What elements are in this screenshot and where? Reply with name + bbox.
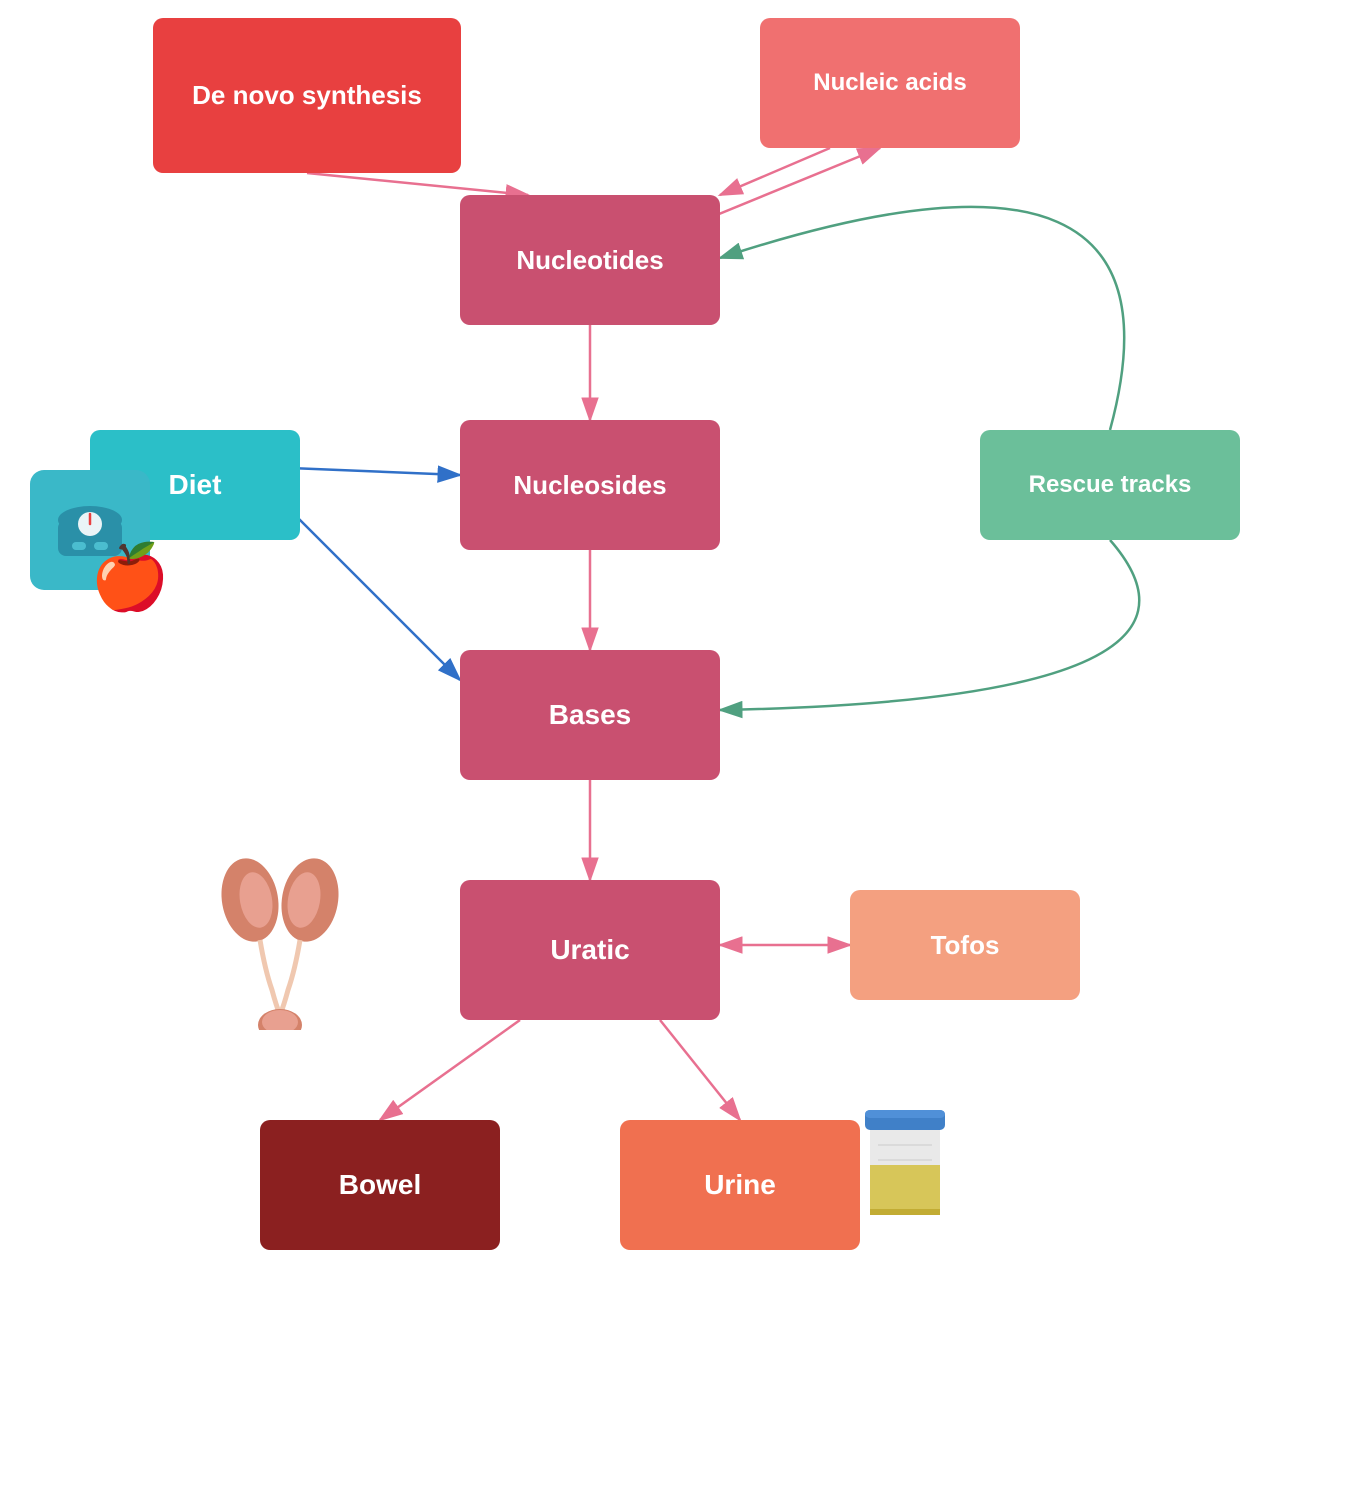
kidney-icon [200,830,360,1052]
diagram-container: De novo synthesis Nucleic acids Nucleoti… [0,0,1359,1500]
tofos-node: Tofos [850,890,1080,1000]
de-novo-node: De novo synthesis [153,18,461,173]
nucleotides-node: Nucleotides [460,195,720,325]
rescue-tracks-node: Rescue tracks [980,430,1240,540]
uratic-node: Uratic [460,880,720,1020]
urine-cup-svg [860,1100,950,1230]
nucleic-acids-node: Nucleic acids [760,18,1020,148]
bowel-node: Bowel [260,1120,500,1250]
nucleosides-node: Nucleosides [460,420,720,550]
urine-node: Urine [620,1120,860,1250]
urine-cup-icon [860,1100,950,1246]
apple-icon: 🍎 [90,540,170,615]
kidney-svg [200,830,360,1030]
bases-node: Bases [460,650,720,780]
